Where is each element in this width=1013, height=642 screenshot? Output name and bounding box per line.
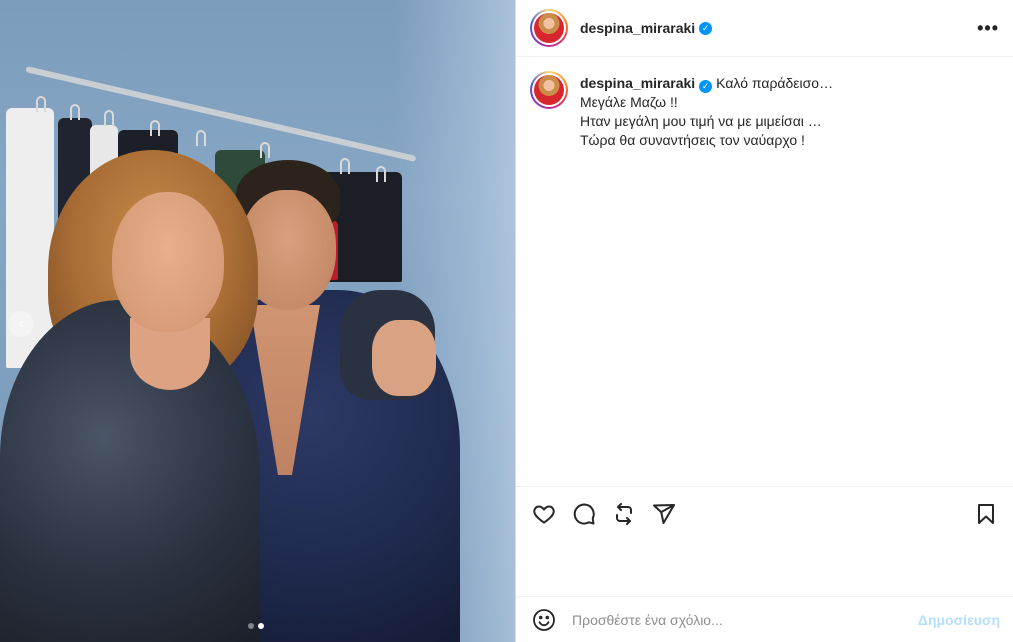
caption-line: Ηταν μεγάλη μου τιμή να με μιμείσαι …: [580, 113, 822, 129]
carousel-dot-active: [258, 623, 264, 629]
comment-composer: Δημοσίευση: [516, 596, 1013, 642]
chevron-left-icon: ‹: [18, 315, 24, 332]
heart-icon[interactable]: [532, 502, 556, 526]
caption-line: Τώρα θα συναντήσεις τον ναύαρχο !: [580, 132, 805, 148]
post-header: despina_miraraki ✓ •••: [516, 0, 1013, 57]
avatar-image: [534, 13, 564, 43]
avatar[interactable]: [530, 9, 568, 47]
caption-avatar[interactable]: [530, 71, 568, 109]
carousel-prev-button[interactable]: ‹: [8, 311, 34, 337]
hanger: [196, 130, 206, 146]
caption-first-line: despina_miraraki ✓ Καλό παράδεισο…: [580, 74, 833, 93]
hanger: [150, 120, 160, 136]
caption-line: Καλό παράδεισο…: [716, 75, 834, 91]
caption-username[interactable]: despina_miraraki: [580, 75, 695, 91]
caption-text: despina_miraraki ✓ Καλό παράδεισο… Μεγάλε …: [580, 74, 833, 485]
hanger: [104, 110, 114, 126]
hanger: [36, 96, 46, 112]
avatar-image: [534, 75, 564, 105]
verified-badge-icon: ✓: [699, 80, 713, 93]
smiley-icon[interactable]: [532, 608, 556, 632]
comment-icon[interactable]: [572, 502, 596, 526]
post-actions-bar: [516, 486, 1013, 540]
hanger: [376, 166, 386, 182]
post-caption: despina_miraraki ✓ Καλό παράδεισο… Μεγάλε …: [516, 57, 1013, 485]
carousel-dot: [248, 623, 254, 629]
post-photo[interactable]: ‹: [0, 0, 515, 642]
comment-input[interactable]: [572, 611, 918, 628]
share-icon[interactable]: [652, 502, 676, 526]
bookmark-icon[interactable]: [974, 502, 998, 526]
verified-badge-icon: ✓: [699, 21, 713, 35]
more-options-icon[interactable]: •••: [977, 18, 999, 39]
hanger: [340, 158, 350, 174]
woman-face: [112, 192, 224, 332]
hanger: [260, 142, 270, 158]
carousel-indicator: [248, 623, 264, 629]
header-username[interactable]: despina_miraraki: [580, 20, 695, 36]
hanger: [70, 104, 80, 120]
post-comment-button[interactable]: Δημοσίευση: [918, 612, 1000, 628]
post-side-panel: despina_miraraki ✓ ••• despina_miraraki ✓…: [515, 0, 1013, 642]
woman-hand: [372, 320, 436, 396]
repost-icon[interactable]: [612, 502, 636, 526]
